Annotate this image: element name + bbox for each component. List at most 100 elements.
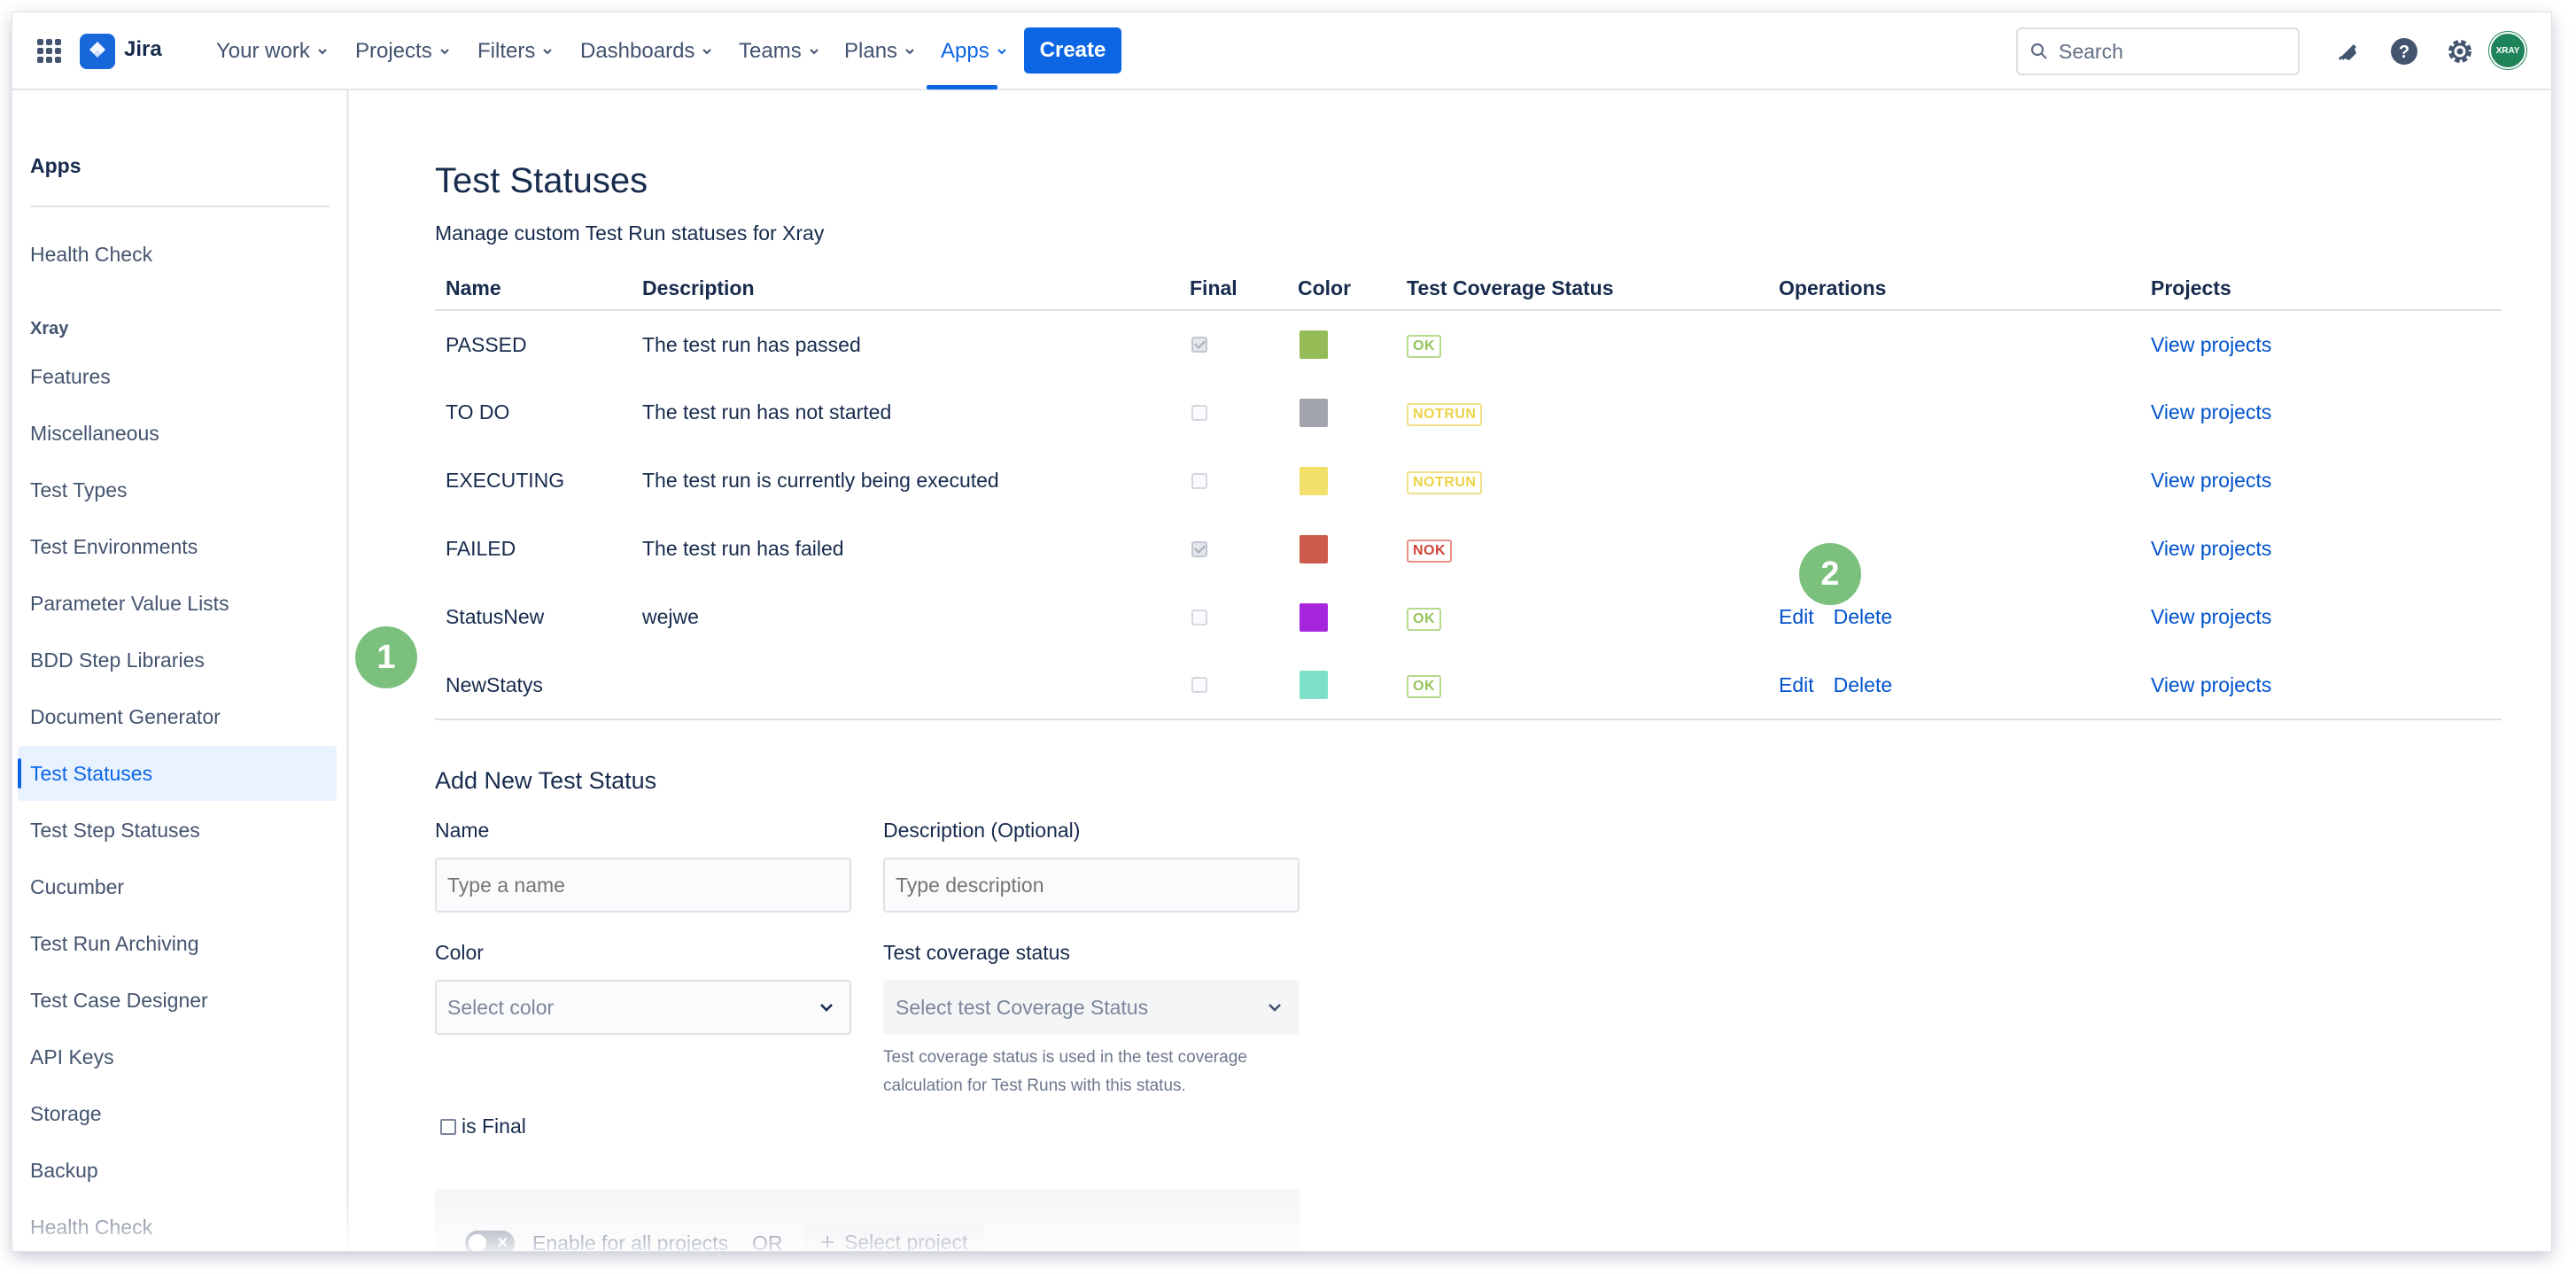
is-final-label: is Final [462, 1115, 526, 1138]
description-input[interactable] [883, 858, 1300, 913]
sidebar-item-test-types[interactable]: Test Types [18, 462, 337, 517]
sidebar-item-backup[interactable]: Backup [18, 1143, 337, 1198]
nav-label: Teams [739, 39, 802, 63]
chevron-down-icon [702, 49, 712, 55]
chevron-down-icon [543, 49, 553, 55]
chevron-down-icon [1269, 1004, 1281, 1012]
final-checkbox [1191, 677, 1207, 693]
coverage-status-select[interactable]: Select test Coverage Status [883, 980, 1300, 1035]
sidebar-item-features[interactable]: Features [18, 349, 337, 404]
coverage-select-placeholder: Select test Coverage Status [896, 995, 1149, 1019]
sidebar-item-parameter-value-lists[interactable]: Parameter Value Lists [18, 576, 337, 631]
view-projects-link[interactable]: View projects [2151, 537, 2271, 560]
coverage-lozenge: NOTRUN [1407, 470, 1483, 494]
coverage-label: Test coverage status [883, 941, 1070, 964]
status-description: wejwe [642, 605, 699, 628]
column-header-color: Color [1287, 268, 1396, 311]
operations-cell [1768, 378, 2140, 447]
edit-link[interactable]: Edit [1779, 605, 1814, 628]
create-button[interactable]: Create [1024, 27, 1121, 74]
color-select-placeholder: Select color [447, 995, 555, 1019]
sidebar-item-bdd-step-libraries[interactable]: BDD Step Libraries [18, 633, 337, 687]
sidebar-item-test-run-archiving[interactable]: Test Run Archiving [18, 916, 337, 971]
test-statuses-table: Name Description Final Color Test Covera… [435, 268, 2502, 720]
jira-logo-icon[interactable] [80, 34, 115, 69]
nav-label: Plans [844, 39, 898, 63]
view-projects-link[interactable]: View projects [2151, 673, 2271, 696]
sidebar-item-test-case-designer[interactable]: Test Case Designer [18, 973, 337, 1028]
projects-panel: Enable for all projects OR Select projec… [435, 1189, 1300, 1251]
status-name: StatusNew [446, 605, 545, 628]
add-status-title: Add New Test Status [435, 767, 657, 794]
plus-icon [821, 1236, 834, 1248]
table-row: EXECUTING The test run is currently bein… [435, 447, 2502, 515]
sidebar-heading: Apps [30, 154, 81, 177]
coverage-lozenge: NOK [1407, 539, 1453, 563]
search-icon [2030, 43, 2047, 59]
is-final-row[interactable]: is Final [440, 1115, 526, 1138]
nav-plans[interactable]: Plans [844, 37, 916, 66]
final-checkbox [1191, 609, 1207, 625]
active-nav-indicator [927, 85, 997, 89]
page-title: Test Statuses [435, 161, 648, 200]
sidebar-item-test-step-statuses[interactable]: Test Step Statuses [18, 803, 337, 858]
chevron-down-icon [905, 49, 914, 55]
coverage-lozenge: OK [1407, 335, 1441, 358]
sidebar-item-health-check-top[interactable]: Health Check [18, 227, 337, 282]
notifications-icon[interactable] [2332, 35, 2363, 67]
chevron-down-icon [820, 1004, 833, 1012]
select-project-button[interactable]: Select project [803, 1224, 984, 1251]
status-description: The test run is currently being executed [642, 469, 999, 492]
table-row: NewStatys OK Edit Delete View projects [435, 651, 2502, 720]
nav-dashboards[interactable]: Dashboards [580, 37, 713, 66]
sidebar-item-storage[interactable]: Storage [18, 1086, 337, 1141]
final-checkbox [1191, 472, 1207, 489]
chevron-down-icon [439, 49, 449, 55]
nav-projects[interactable]: Projects [355, 37, 451, 66]
sidebar-item-api-keys[interactable]: API Keys [18, 1029, 337, 1084]
view-projects-link[interactable]: View projects [2151, 469, 2271, 492]
view-projects-link[interactable]: View projects [2151, 605, 2271, 628]
is-final-checkbox[interactable] [440, 1118, 456, 1135]
delete-link[interactable]: Delete [1834, 605, 1892, 628]
coverage-lozenge: NOTRUN [1407, 402, 1483, 426]
nav-filters[interactable]: Filters [477, 37, 554, 66]
color-label: Color [435, 941, 484, 964]
sidebar-item-miscellaneous[interactable]: Miscellaneous [18, 406, 337, 461]
app-switcher-icon[interactable] [37, 39, 62, 64]
nav-label: Your work [216, 39, 310, 63]
operations-cell [1768, 447, 2140, 515]
sidebar-item-cucumber[interactable]: Cucumber [18, 859, 337, 914]
search-input[interactable]: Search [2016, 27, 2300, 75]
sidebar-divider [30, 206, 330, 207]
jira-logo-text[interactable]: Jira [124, 37, 162, 62]
page-subtitle: Manage custom Test Run statuses for Xray [435, 221, 825, 245]
sidebar-item-test-statuses[interactable]: Test Statuses [18, 746, 337, 801]
coverage-help-text: Test coverage status is used in the test… [883, 1048, 1247, 1095]
final-checkbox [1191, 540, 1207, 557]
name-input[interactable] [435, 858, 851, 913]
delete-link[interactable]: Delete [1834, 673, 1892, 696]
color-swatch [1300, 534, 1328, 563]
sidebar-item-health-check[interactable]: Health Check [18, 1200, 337, 1251]
table-row: StatusNew wejwe OK Edit Delete View proje… [435, 583, 2502, 651]
color-swatch [1300, 330, 1328, 359]
user-avatar[interactable]: XRAY [2489, 32, 2526, 69]
view-projects-link[interactable]: View projects [2151, 400, 2271, 423]
column-header-projects: Projects [2140, 268, 2502, 311]
sidebar-item-document-generator[interactable]: Document Generator [18, 689, 337, 744]
nav-teams[interactable]: Teams [739, 37, 820, 66]
enable-all-projects-toggle[interactable] [465, 1231, 515, 1251]
sidebar-item-test-environments[interactable]: Test Environments [18, 519, 337, 574]
nav-your-work[interactable]: Your work [216, 37, 329, 66]
view-projects-link[interactable]: View projects [2151, 333, 2271, 356]
table-row: TO DO The test run has not started NOTRU… [435, 378, 2502, 447]
column-header-name: Name [435, 268, 632, 311]
nav-apps[interactable]: Apps [941, 37, 1008, 66]
color-select[interactable]: Select color [435, 980, 851, 1035]
column-header-description: Description [632, 268, 1179, 311]
help-icon[interactable]: ? [2388, 35, 2420, 67]
settings-gear-icon[interactable] [2444, 35, 2476, 67]
status-description: The test run has passed [642, 332, 861, 356]
edit-link[interactable]: Edit [1779, 673, 1814, 696]
